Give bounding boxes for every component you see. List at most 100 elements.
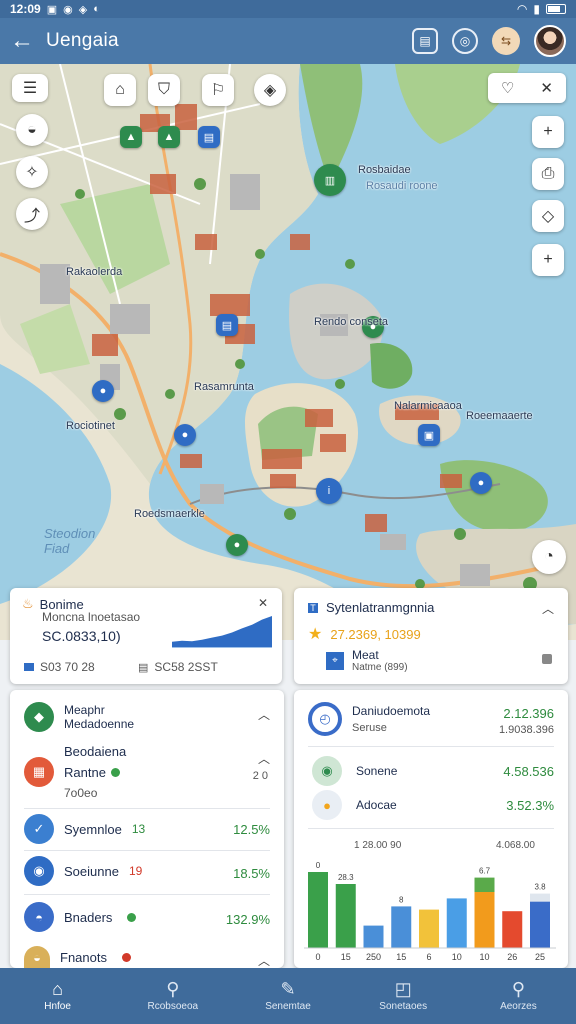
location-pin-icon[interactable]: ● bbox=[470, 472, 492, 494]
coin-icon: ● bbox=[312, 790, 342, 820]
bar-category-label: 250 bbox=[366, 952, 381, 962]
stats-title: Daniudoemota bbox=[352, 704, 431, 718]
info-icon: T bbox=[308, 602, 318, 613]
route-footer-2: SC58 2SST bbox=[154, 660, 218, 674]
bar-category-label: 15 bbox=[396, 952, 406, 962]
route-card-subtitle: Moncna lnoetasao bbox=[42, 610, 141, 624]
chevron-up-icon[interactable]: ︿ bbox=[542, 600, 554, 617]
filter-icon[interactable]: ⇆ bbox=[492, 27, 520, 55]
list-item-value: 12.5% bbox=[233, 822, 270, 837]
nav-saved[interactable]: ◰ Sonetaoes bbox=[346, 968, 461, 1024]
stats-row-value: 4.58.536 bbox=[503, 764, 554, 779]
back-arrow-icon[interactable]: ← bbox=[10, 27, 40, 55]
list-item[interactable]: ◒ Fnanots bbox=[24, 946, 131, 968]
location-pin-icon[interactable]: ◈ bbox=[254, 74, 286, 106]
bar-data-label: 0 bbox=[316, 861, 321, 870]
system-item-sub: Natme (899) bbox=[352, 662, 408, 673]
bookmark-icon[interactable]: ⛉ bbox=[148, 74, 180, 106]
divider bbox=[308, 746, 554, 747]
tag-icon[interactable]: ⌂ bbox=[104, 74, 136, 106]
stats-row-label: Adocae bbox=[356, 798, 397, 812]
bar-stack bbox=[530, 893, 550, 902]
map-view[interactable]: ☰ ⌂ ⛉ ⚐ ◈ ♡ ✕ ◒ ✧ ⤴ + ⎙ ◇ + ◔ ▲ ▲ ▤ ▥ ▤ … bbox=[0, 64, 576, 640]
close-icon[interactable]: ✕ bbox=[258, 596, 268, 610]
nav-explore[interactable]: ⚲ Aeorzes bbox=[461, 968, 576, 1024]
list-item[interactable]: ◉ Soeiunne 19 bbox=[24, 856, 142, 886]
app-bar-actions: ▤ ◎ ⇆ bbox=[412, 25, 566, 57]
nav-search[interactable]: ⚲ Rcobsoeoa bbox=[115, 968, 230, 1024]
places-subrow-label: Rantne bbox=[64, 765, 106, 780]
map-label: Rendo conseta bbox=[314, 316, 388, 328]
map-label: Rosaudi roone bbox=[366, 180, 438, 192]
zoom-out-button[interactable]: + bbox=[532, 244, 564, 276]
zoom-in-button[interactable]: + bbox=[532, 116, 564, 148]
location-pin-icon[interactable]: ● bbox=[92, 380, 114, 402]
system-item-title: Meat bbox=[352, 648, 379, 662]
map-overlay-controls: ♡ ✕ bbox=[488, 73, 566, 103]
park-pin-icon[interactable]: ● bbox=[226, 534, 248, 556]
system-card[interactable]: T Sytenlatranmgnnia ︿ ★ 27.2369, 10399 ⌖… bbox=[294, 588, 568, 684]
close-icon[interactable]: ✕ bbox=[540, 79, 553, 97]
bar-category-label: 10 bbox=[452, 952, 462, 962]
stats-subtitle: Seruse bbox=[352, 722, 387, 734]
chevron-up-icon[interactable]: ︿ bbox=[258, 952, 270, 969]
status-right: ◠ ▮ bbox=[517, 2, 566, 16]
globe-icon: ◉ bbox=[24, 856, 54, 886]
menu-icon[interactable]: ☰ bbox=[12, 74, 48, 102]
water-label: Steodion Fiad bbox=[44, 526, 96, 556]
bar-category-label: 15 bbox=[341, 952, 351, 962]
building-pin-icon[interactable]: ▤ bbox=[198, 126, 220, 148]
list-item[interactable]: ◓ Bnaders bbox=[24, 902, 137, 932]
chevron-up-icon[interactable]: ︿ bbox=[258, 750, 270, 767]
walk-icon[interactable]: ⤴ bbox=[16, 198, 48, 230]
explore-icon: ⚲ bbox=[511, 979, 525, 999]
check-icon: ✓ bbox=[24, 814, 54, 844]
star-icon: ★ bbox=[308, 626, 323, 643]
directions-icon[interactable]: ✧ bbox=[16, 156, 48, 188]
nav-home[interactable]: ⌂ Hnfoe bbox=[0, 968, 115, 1024]
bank-pin-icon[interactable]: ▤ bbox=[216, 314, 238, 336]
route-trend-chart bbox=[172, 616, 272, 648]
eye-icon: ◉ bbox=[312, 756, 342, 786]
tag-icon[interactable]: ◇ bbox=[532, 200, 564, 232]
route-footer-1: S03 70 28 bbox=[40, 660, 95, 674]
list-item-label: Bnaders bbox=[64, 909, 113, 925]
chart-header-label: 4.068.00 bbox=[496, 840, 535, 851]
stats-bar-chart: 1 28.00 90 4.068.00 0 0 28.3 15 250 8 15 6 10 6.7 10… bbox=[304, 840, 556, 962]
compass-icon[interactable]: ◎ bbox=[452, 28, 478, 54]
location-pin-icon[interactable]: ● bbox=[174, 424, 196, 446]
status-icons: ▣ ◉ ◈ ◐ bbox=[47, 3, 100, 16]
nav-edit[interactable]: ✎ Senemtae bbox=[230, 968, 345, 1024]
food-icon: ◒ bbox=[24, 946, 50, 968]
bar bbox=[474, 892, 495, 948]
route-card[interactable]: ♨ Bonime ✕ Moncna lnoetasao SC.0833,10) … bbox=[10, 588, 282, 684]
places-subheader: Beodaiena bbox=[64, 744, 127, 759]
bar bbox=[363, 925, 384, 948]
park-pin-icon[interactable]: ▲ bbox=[120, 126, 142, 148]
list-item[interactable]: ✓ Syemnloe 13 bbox=[24, 814, 145, 844]
heart-icon[interactable]: ♡ bbox=[501, 79, 514, 97]
avatar[interactable] bbox=[534, 25, 566, 57]
museum-pin-icon[interactable]: ▥ bbox=[314, 164, 346, 196]
flag-icon[interactable]: ⚐ bbox=[202, 74, 234, 106]
bar-data-label: 8 bbox=[399, 895, 404, 904]
trend-area bbox=[172, 616, 272, 648]
bar bbox=[530, 901, 550, 948]
chevron-up-icon[interactable]: ︿ bbox=[258, 706, 270, 723]
recenter-icon[interactable]: ◔ bbox=[532, 540, 566, 574]
stats-row[interactable]: ● Adocae bbox=[312, 790, 397, 820]
layers-icon[interactable]: ▤ bbox=[412, 28, 438, 54]
map-label: Rakaolerda bbox=[66, 266, 123, 278]
wifi-icon: ◠ bbox=[516, 2, 528, 16]
stats-row-value: 3.52.3% bbox=[506, 798, 554, 813]
list-item-value: 18.5% bbox=[233, 866, 270, 881]
stats-row[interactable]: ◉ Sonene bbox=[312, 756, 397, 786]
share-icon[interactable]: ⎙ bbox=[532, 158, 564, 190]
park-pin-icon[interactable]: ▲ bbox=[158, 126, 180, 148]
shop-pin-icon[interactable]: ▣ bbox=[418, 424, 440, 446]
bar-data-label: 28.3 bbox=[338, 873, 354, 882]
more-icon[interactable] bbox=[542, 654, 552, 664]
bar bbox=[419, 909, 439, 948]
info-pin-icon[interactable]: i bbox=[316, 478, 342, 504]
pizza-icon[interactable]: ◒ bbox=[16, 114, 48, 146]
